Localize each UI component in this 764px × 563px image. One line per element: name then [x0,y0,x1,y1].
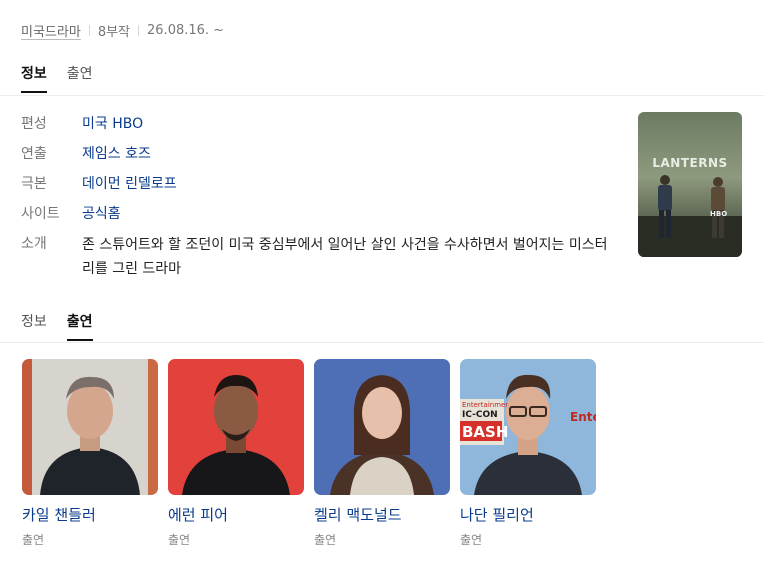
director-link[interactable]: 제임스 호즈 [82,143,151,165]
info-row-description: 소개 존 스튜어트와 할 조던이 미국 중심부에서 일어난 살인 사건을 수사하… [21,233,621,281]
tab-cast[interactable]: 출연 [67,63,93,93]
info-label: 극본 [21,176,47,192]
backdrop-text: Ente [570,410,596,424]
info-label: 소개 [21,236,47,252]
info-row-site: 사이트 공식홈 [21,203,621,225]
info-row-writer: 극본 데이먼 린델로프 [21,173,621,195]
episode-count: 8부작 [97,24,131,40]
info-label: 사이트 [21,206,60,222]
info-row-network: 편성 미국 HBO [21,113,621,135]
divider [0,342,764,343]
cast-card[interactable]: 에런 피어 출연 [168,359,304,548]
cast-photo[interactable] [314,359,450,495]
writer-link[interactable]: 데이먼 린델로프 [82,173,177,195]
cast-name[interactable]: 나단 필리언 [460,504,596,525]
network-link[interactable]: 미국 HBO [82,113,143,135]
person-photo-icon [314,359,450,495]
official-site-link[interactable]: 공식홈 [82,203,121,225]
cast-card[interactable]: 카일 챈들러 출연 [22,359,158,548]
tab-cast[interactable]: 출연 [66,311,93,341]
info-label: 편성 [21,116,47,132]
tab-bar-bottom: 정보 출연 [21,311,113,341]
genre-link[interactable]: 미국드라마 [21,21,81,40]
backdrop-text: BASH [462,423,508,441]
poster-brand: HBO [710,210,727,218]
cast-role: 출연 [460,533,483,547]
poster-image[interactable]: LANTERNS HBO [638,112,742,257]
cast-name[interactable]: 에런 피어 [168,504,304,525]
tab-info[interactable]: 정보 [21,311,47,341]
person-photo-icon: Entertainment IC-CON BASH Ente [460,359,596,495]
cast-role: 출연 [168,533,191,547]
person-photo-icon [22,359,158,495]
air-date: 26.08.16. ~ [147,22,225,38]
backdrop-text: IC-CON [462,410,498,420]
cast-photo[interactable] [22,359,158,495]
cast-role: 출연 [314,533,337,547]
tab-bar-top: 정보 출연 [21,63,113,93]
cast-card[interactable]: Entertainment IC-CON BASH Ente 나단 필리언 출연 [460,359,596,548]
cast-name[interactable]: 카일 챈들러 [22,504,158,525]
backdrop-text: Entertainment [462,401,513,409]
meta-line: 미국드라마 8부작 26.08.16. ~ [21,19,224,41]
info-table: 편성 미국 HBO 연출 제임스 호즈 극본 데이먼 린델로프 사이트 공식홈 … [21,113,621,289]
divider [138,24,140,36]
poster-art: LANTERNS HBO [638,112,742,257]
cast-name[interactable]: 켈리 맥도널드 [314,504,450,525]
info-row-director: 연출 제임스 호즈 [21,143,621,165]
divider [0,95,764,96]
divider [88,24,90,36]
description-text: 존 스튜어트와 할 조던이 미국 중심부에서 일어난 살인 사건을 수사하면서 … [82,237,608,277]
info-label: 연출 [21,146,47,162]
cast-card[interactable]: 켈리 맥도널드 출연 [314,359,450,548]
poster-title: LANTERNS [652,156,727,170]
tab-info[interactable]: 정보 [21,63,47,93]
person-photo-icon [168,359,304,495]
cast-role: 출연 [22,533,45,547]
cast-photo[interactable]: Entertainment IC-CON BASH Ente [460,359,596,495]
cast-photo[interactable] [168,359,304,495]
